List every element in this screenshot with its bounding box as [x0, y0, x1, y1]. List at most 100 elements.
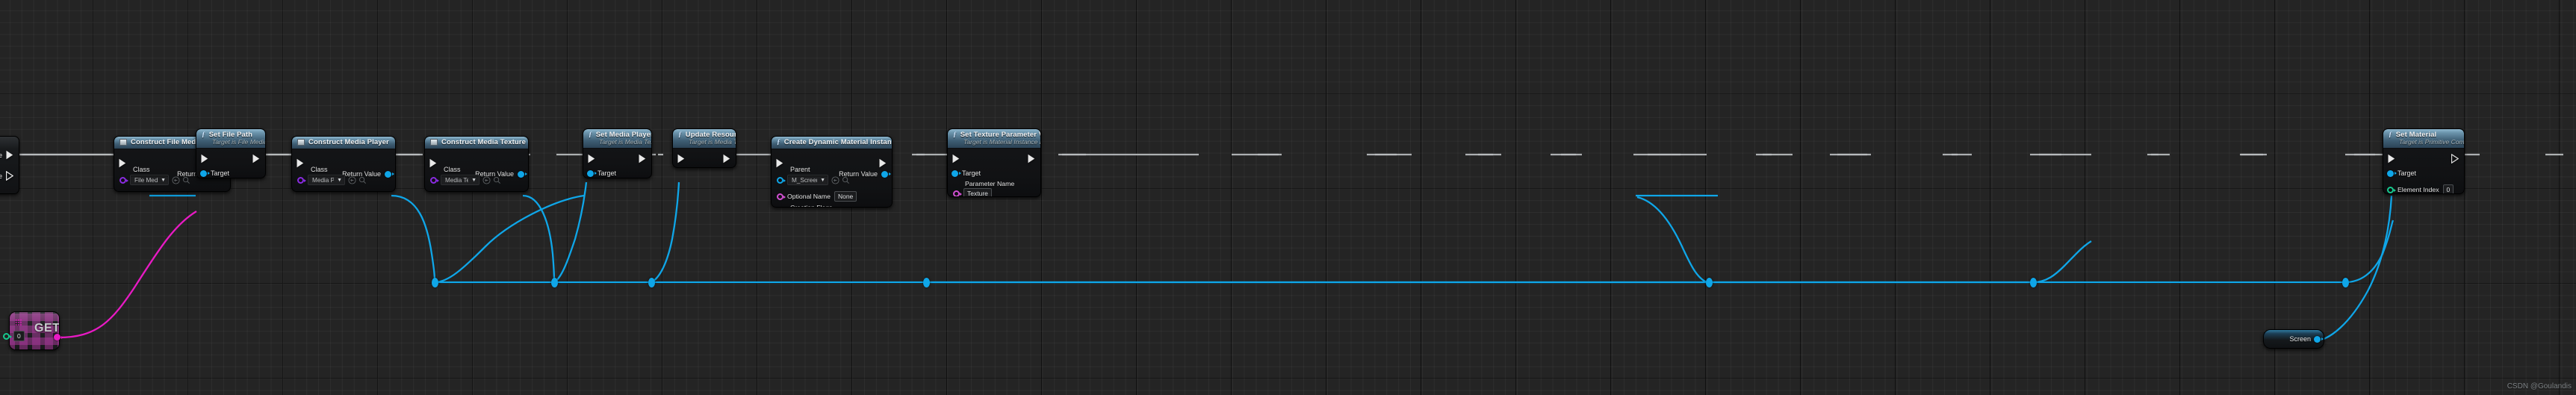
object-pin-icon — [881, 170, 891, 178]
node-header: ƒ Set Media Player Target is Media Textu… — [583, 129, 651, 149]
node-header: ƒ Update Resource Target is Media Textur… — [673, 129, 736, 149]
node-set-media-player[interactable]: ƒ Set Media Player Target is Media Textu… — [583, 128, 652, 178]
back-arrow-icon[interactable] — [348, 175, 356, 184]
pin-class-group: Class Media Player ▼ — [297, 166, 367, 185]
back-arrow-icon[interactable] — [172, 175, 180, 184]
pin-target[interactable]: Target — [200, 169, 229, 177]
object-pin-icon — [518, 170, 527, 178]
search-icon[interactable] — [182, 176, 190, 184]
node-subtitle: Target is Media Texture — [689, 138, 736, 146]
optional-name-value[interactable]: None — [834, 191, 857, 202]
exec-out-pin[interactable] — [252, 154, 261, 164]
exec-out-icon — [2451, 153, 2459, 164]
parent-combo[interactable]: M_ScreenBase ▼ — [787, 175, 828, 185]
class-combo[interactable]: Media Texture ▼ — [441, 175, 479, 185]
exec-out-pin[interactable] — [2451, 153, 2459, 164]
pin-target[interactable]: Target — [952, 169, 981, 177]
class-combo[interactable]: File Media Sou ▼ — [130, 175, 169, 185]
pin-target[interactable]: Target — [587, 169, 616, 177]
name-pin-icon — [777, 193, 786, 200]
class-pin-icon[interactable] — [297, 176, 306, 184]
branch-true-pin[interactable]: True — [0, 150, 13, 160]
exec-out-pin[interactable] — [723, 154, 731, 164]
branch-true-label: True — [0, 151, 2, 159]
branch-false-pin[interactable]: False — [0, 171, 13, 181]
class-pin-icon[interactable] — [430, 176, 439, 184]
reroute-knot[interactable] — [2030, 278, 2037, 287]
pin-label: Target — [211, 169, 230, 177]
class-combo-value: Media Player — [312, 176, 334, 184]
node-create-dynamic-material-instance[interactable]: ƒ Create Dynamic Material Instance Retur… — [771, 136, 893, 208]
exec-out-icon — [6, 171, 13, 181]
pin-creation-flags-group: Creation Flags None ▼ — [777, 204, 860, 208]
back-arrow-icon[interactable] — [831, 175, 839, 184]
pin-label: Class — [444, 166, 461, 173]
node-set-material[interactable]: ƒ Set Material Target is Primitive Compo… — [2383, 128, 2465, 194]
reroute-knot[interactable] — [432, 278, 438, 287]
node-subtitle: Target is File Media Source — [212, 138, 266, 146]
search-icon[interactable] — [842, 176, 850, 184]
search-icon[interactable] — [359, 176, 367, 184]
pin-target[interactable]: Target — [2387, 169, 2416, 177]
node-construct-media-player[interactable]: Construct Media Player Return Value Clas… — [291, 136, 396, 192]
screen-reroute-node[interactable]: Screen — [2263, 329, 2324, 349]
node-subtitle: Target is Media Texture — [599, 138, 651, 146]
node-set-file-path[interactable]: ƒ Set File Path Target is File Media Sou… — [196, 128, 266, 178]
node-set-texture-parameter-value[interactable]: ƒ Set Texture Parameter Value Target is … — [947, 128, 1041, 197]
chevron-down-icon: ▼ — [820, 177, 825, 183]
pin-label: Optional Name — [787, 193, 831, 200]
reroute-knot[interactable] — [923, 278, 930, 287]
exec-out-icon — [6, 150, 13, 160]
object-pin-icon[interactable] — [2314, 335, 2324, 343]
exec-out-icon — [879, 158, 887, 168]
class-combo[interactable]: Media Player ▼ — [308, 175, 345, 185]
back-arrow-icon[interactable] — [482, 175, 491, 184]
pin-element-index[interactable]: Element Index 0 — [2387, 184, 2454, 193]
exec-in-pin[interactable] — [952, 154, 960, 164]
exec-out-icon — [252, 154, 260, 164]
exec-in-pin[interactable] — [2388, 154, 2396, 164]
class-pin-icon[interactable] — [120, 176, 128, 184]
chevron-down-icon: ▼ — [471, 177, 477, 183]
exec-in-icon — [677, 154, 685, 164]
function-icon: ƒ — [2389, 131, 2392, 139]
pin-label: Target — [2397, 169, 2417, 177]
pin-class-group: Class Media Texture ▼ — [430, 166, 501, 185]
blueprint-graph-canvas[interactable]: True False GET 0 Construct File Media So… — [0, 0, 2576, 395]
node-construct-media-texture[interactable]: Construct Media Texture Return Value Cla… — [424, 136, 529, 192]
exec-in-icon — [201, 154, 208, 164]
node-update-resource[interactable]: ƒ Update Resource Target is Media Textur… — [672, 128, 736, 168]
exec-out-pin[interactable] — [639, 154, 647, 164]
reroute-knot[interactable] — [648, 278, 655, 287]
int-pin-icon — [2387, 186, 2396, 193]
get-output-pin[interactable] — [54, 334, 63, 340]
pin-label: Parent — [790, 166, 810, 173]
parameter-name-value[interactable]: Texture — [963, 188, 992, 196]
browse-buttons[interactable] — [831, 175, 850, 184]
node-header: Construct Media Texture — [425, 137, 528, 149]
watermark: CSDN @Goulandis — [2507, 382, 2572, 391]
get-index-input-pin[interactable]: 0 — [3, 331, 25, 341]
name-pin-icon[interactable] — [953, 190, 962, 196]
object-ref-pin-icon[interactable] — [777, 176, 786, 184]
get-index-value[interactable]: 0 — [13, 331, 25, 341]
branch-false-label: False — [0, 172, 2, 180]
reroute-knot[interactable] — [551, 278, 558, 287]
search-icon[interactable] — [493, 176, 501, 184]
element-index-value[interactable]: 0 — [2442, 184, 2454, 193]
exec-in-pin[interactable] — [588, 154, 596, 164]
browse-buttons[interactable] — [348, 175, 367, 184]
exec-out-pin[interactable] — [879, 158, 887, 168]
pin-optional-name[interactable]: Optional Name None — [777, 191, 857, 202]
branch-node[interactable]: True False — [0, 136, 19, 194]
reroute-knot[interactable] — [2342, 278, 2349, 287]
browse-buttons[interactable] — [482, 175, 501, 184]
pin-label: Element Index — [2397, 186, 2439, 193]
exec-out-pin[interactable] — [1028, 154, 1036, 164]
pin-label: Creation Flags — [790, 204, 833, 208]
browse-buttons[interactable] — [172, 175, 190, 184]
class-combo-value: File Media Sou — [134, 176, 158, 184]
exec-in-pin[interactable] — [201, 154, 209, 164]
exec-in-pin[interactable] — [677, 154, 686, 164]
reroute-knot[interactable] — [1706, 278, 1713, 287]
